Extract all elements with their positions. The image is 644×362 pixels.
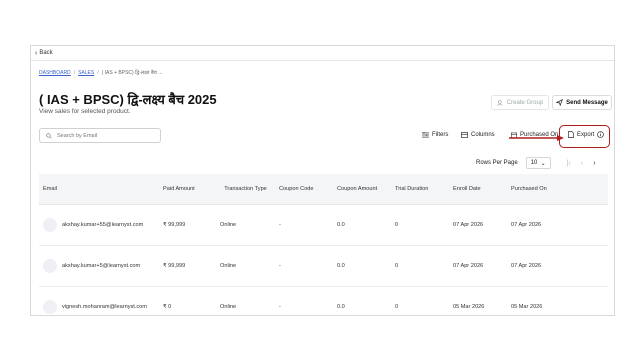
header-paid-amount[interactable]: Paid Amount	[159, 186, 216, 192]
table-row[interactable]: akshay.kumar+55@learnyst.com ₹ 99,999 On…	[39, 205, 608, 246]
cell-trial-duration: 0	[395, 304, 399, 310]
cell-purchased-on: 07 Apr 2026	[511, 222, 542, 228]
cell-enroll-date: 07 Apr 2026	[453, 222, 484, 228]
rows-per-page-value: 10	[530, 160, 538, 166]
cell-trial-duration: 0	[395, 263, 399, 269]
chevron-left-icon: ‹	[35, 49, 38, 57]
cell-transaction-type: Online	[220, 263, 237, 269]
sales-table: Email Paid Amount Transaction Type Coupo…	[39, 174, 608, 315]
send-message-label: Send Message	[566, 99, 608, 106]
email-text: akshay.kumar+5@learnyst.com	[62, 263, 141, 269]
page-title: ( IAS + BPSC) द्वि-लक्ष्य बैच 2025	[39, 92, 217, 107]
app-window: ‹ Back DASHBOARD / SALES /( IAS + BPSC) द्व…	[30, 45, 615, 316]
page-subtitle: View sales for selected product.	[39, 108, 131, 115]
info-icon[interactable]	[597, 131, 605, 138]
rows-per-page: Rows Per Page 10 ⌄ |‹ ‹ ›	[476, 157, 596, 169]
rows-per-page-select[interactable]: 10 ⌄	[525, 157, 551, 169]
cell-enroll-date: 07 Apr 2026	[453, 263, 484, 269]
search-input[interactable]	[57, 132, 152, 139]
export-label: Export	[577, 131, 595, 138]
header-coupon-amount[interactable]: Coupon Amount	[333, 186, 391, 192]
cell-coupon-code: -	[279, 222, 281, 228]
cell-email: vignesh.mohanram@learnyst.com	[39, 300, 159, 314]
cell-paid-amount: ₹ 0	[163, 304, 172, 310]
search-box[interactable]	[39, 128, 161, 143]
header-enroll-date[interactable]: Enroll Date	[449, 186, 507, 192]
cell-coupon-code: -	[279, 263, 281, 269]
rows-per-page-label: Rows Per Page	[476, 160, 518, 166]
cell-purchased-on: 07 Apr 2026	[511, 263, 542, 269]
table-header: Email Paid Amount Transaction Type Coupo…	[39, 174, 608, 205]
file-export-icon	[568, 131, 574, 138]
email-text: vignesh.mohanram@learnyst.com	[62, 304, 147, 310]
send-icon	[556, 99, 564, 106]
header-transaction-type[interactable]: Transaction Type	[216, 185, 275, 193]
cell-transaction-type: Online	[220, 222, 237, 228]
cell-coupon-amount: 0.0	[337, 304, 345, 310]
back-link[interactable]: ‹ Back	[31, 46, 614, 61]
cell-purchased-on: 05 Mar 2026	[511, 304, 543, 310]
cell-email: akshay.kumar+5@learnyst.com	[39, 259, 159, 273]
cell-paid-amount: ₹ 99,999	[163, 222, 186, 228]
cell-transaction-type: Online	[220, 304, 237, 310]
filters-button[interactable]: Filters	[422, 132, 448, 138]
table-row[interactable]: akshay.kumar+5@learnyst.com ₹ 99,999 Onl…	[39, 246, 608, 287]
back-label: Back	[39, 50, 53, 56]
first-page-icon[interactable]: |‹	[567, 160, 571, 167]
columns-icon	[461, 132, 468, 138]
cell-coupon-amount: 0.0	[337, 263, 345, 269]
header-purchased-on[interactable]: Purchased On	[507, 186, 564, 192]
breadcrumb-current: ( IAS + BPSC) द्वि-लक्ष्य बैच ...	[101, 70, 163, 76]
filters-label: Filters	[432, 132, 449, 138]
next-page-icon[interactable]: ›	[593, 160, 595, 167]
pagination-controls: |‹ ‹ ›	[567, 160, 596, 167]
header-email[interactable]: Email	[39, 186, 159, 192]
breadcrumb: DASHBOARD / SALES /( IAS + BPSC) द्वि-लक्ष्…	[39, 70, 162, 76]
breadcrumb-separator: /	[73, 70, 76, 76]
avatar	[43, 218, 57, 232]
cell-enroll-date: 05 Mar 2026	[453, 304, 485, 310]
breadcrumb-dashboard[interactable]: DASHBOARD	[39, 70, 71, 76]
cell-email: akshay.kumar+55@learnyst.com	[39, 218, 159, 232]
create-group-button[interactable]: Create Group	[491, 95, 549, 110]
chevron-down-icon: ⌄	[540, 160, 546, 167]
export-button[interactable]: Export	[568, 131, 605, 138]
columns-label: Columns	[471, 132, 495, 138]
table-row[interactable]: vignesh.mohanram@learnyst.com ₹ 0 Online…	[39, 287, 608, 315]
arrow-annotation-icon	[509, 135, 564, 141]
breadcrumb-sales[interactable]: SALES	[78, 70, 94, 76]
main-content: DASHBOARD / SALES /( IAS + BPSC) द्वि-लक्ष्…	[39, 61, 612, 315]
cell-trial-duration: 0	[395, 222, 399, 228]
header-trial-duration[interactable]: Trial Duration	[391, 186, 449, 192]
email-text: akshay.kumar+55@learnyst.com	[62, 222, 144, 228]
cell-coupon-amount: 0.0	[337, 222, 345, 228]
columns-button[interactable]: Columns	[461, 132, 495, 138]
users-icon	[496, 99, 503, 106]
search-icon	[46, 132, 52, 139]
breadcrumb-separator: /	[97, 70, 99, 76]
avatar	[43, 300, 57, 314]
avatar	[43, 259, 57, 273]
send-message-button[interactable]: Send Message	[552, 95, 612, 110]
prev-page-icon[interactable]: ‹	[581, 160, 583, 167]
header-coupon-code[interactable]: Coupon Code	[275, 186, 333, 192]
filter-icon	[422, 132, 429, 138]
cell-paid-amount: ₹ 99,999	[163, 263, 186, 269]
create-group-label: Create Group	[506, 99, 544, 106]
cell-coupon-code: -	[279, 304, 281, 310]
